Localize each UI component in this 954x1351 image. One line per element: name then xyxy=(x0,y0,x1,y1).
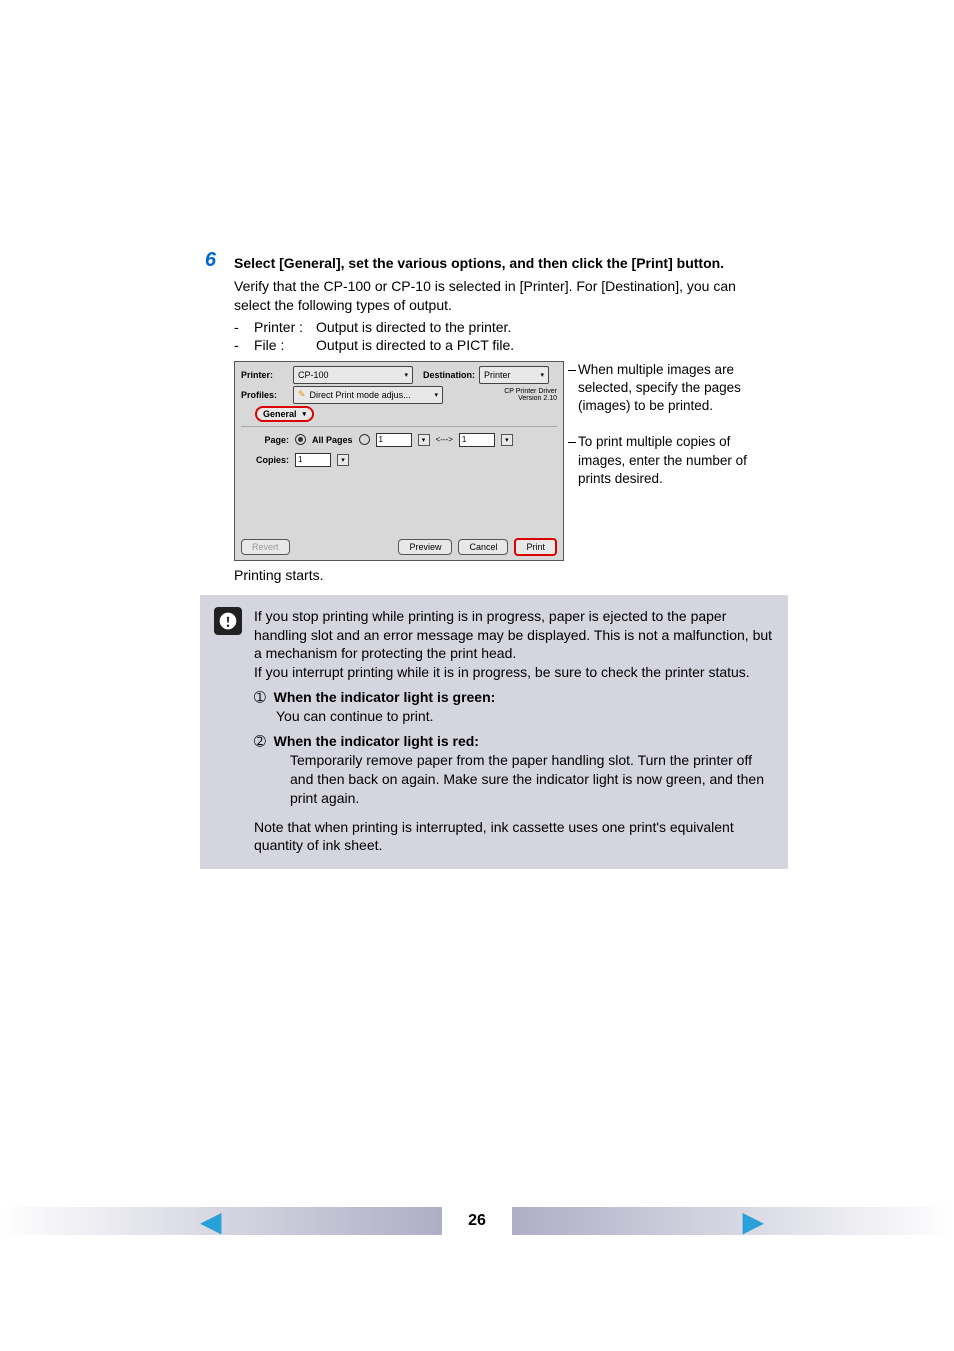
preview-button[interactable]: Preview xyxy=(398,539,452,555)
chevron-updown-icon: ▾ xyxy=(404,371,408,379)
printer-select[interactable]: CP-100 ▾ xyxy=(293,366,413,384)
profile-icon: ✎ xyxy=(298,389,306,400)
profiles-select[interactable]: ✎ Direct Print mode adjus... ▾ xyxy=(293,386,443,404)
range-radio[interactable] xyxy=(359,434,370,445)
printer-label: Printer: xyxy=(241,370,289,380)
general-tab[interactable]: General ▾ xyxy=(255,406,314,422)
print-dialog: Printer: CP-100 ▾ Destination: Printer ▾… xyxy=(234,361,564,561)
chevron-updown-icon: ▾ xyxy=(541,371,545,379)
step-verify: Verify that the CP-100 or CP-10 is selec… xyxy=(234,277,774,315)
range-to-input[interactable]: 1 xyxy=(459,433,495,447)
chevron-updown-icon: ▾ xyxy=(303,410,307,418)
note-green-title: When the indicator light is green: xyxy=(274,689,496,705)
chevron-updown-icon: ▾ xyxy=(434,391,438,399)
destination-label: Destination: xyxy=(423,370,475,380)
note-green-body: You can continue to print. xyxy=(276,707,774,726)
cancel-button[interactable]: Cancel xyxy=(458,539,508,555)
step-title: Select [General], set the various option… xyxy=(234,254,774,273)
copies-input[interactable]: 1 xyxy=(295,453,331,467)
revert-button[interactable]: Revert xyxy=(241,539,290,555)
profiles-label: Profiles: xyxy=(241,390,289,400)
side-note-copies: To print multiple copies of images, ente… xyxy=(578,433,774,488)
side-notes: When multiple images are selected, speci… xyxy=(578,361,774,506)
driver-version: Version 2.10 xyxy=(447,395,557,402)
stepper-icon[interactable]: ▾ xyxy=(501,434,513,446)
print-button[interactable]: Print xyxy=(514,538,557,556)
exclamation-icon xyxy=(214,607,242,635)
note-red-title: When the indicator light is red: xyxy=(274,733,479,749)
stepper-icon[interactable]: ▾ xyxy=(418,434,430,446)
step-6: 6 Select [General], set the various opti… xyxy=(200,250,774,583)
page-number: 26 xyxy=(442,1212,512,1230)
footer-gradient-right xyxy=(512,1207,954,1235)
page-label: Page: xyxy=(241,435,289,445)
circled-2-icon: ➁ xyxy=(254,733,266,749)
driver-title: CP Printer Driver xyxy=(447,388,557,395)
step-number: 6 xyxy=(200,250,216,270)
prev-page-arrow[interactable]: ◀ xyxy=(200,1205,222,1238)
range-from-input[interactable]: 1 xyxy=(376,433,412,447)
stepper-icon[interactable]: ▾ xyxy=(337,454,349,466)
bullet-file: - File : Output is directed to a PICT fi… xyxy=(234,337,774,353)
copies-label: Copies: xyxy=(241,455,289,465)
note-red-body: Temporarily remove paper from the paper … xyxy=(290,751,774,808)
circled-1-icon: ➀ xyxy=(254,689,266,705)
note-p3: Note that when printing is interrupted, … xyxy=(254,818,774,856)
warning-note: If you stop printing while printing is i… xyxy=(200,595,788,870)
side-note-pages: When multiple images are selected, speci… xyxy=(578,361,774,416)
all-pages-label: All Pages xyxy=(312,435,353,445)
destination-select[interactable]: Printer ▾ xyxy=(479,366,549,384)
printing-starts: Printing starts. xyxy=(234,567,774,583)
bullet-printer: - Printer : Output is directed to the pr… xyxy=(234,319,774,335)
note-p1: If you stop printing while printing is i… xyxy=(254,607,774,664)
all-pages-radio[interactable] xyxy=(295,434,306,445)
note-p2: If you interrupt printing while it is in… xyxy=(254,663,774,682)
page-footer: 26 xyxy=(0,1201,954,1241)
next-page-arrow[interactable]: ▶ xyxy=(742,1205,764,1238)
